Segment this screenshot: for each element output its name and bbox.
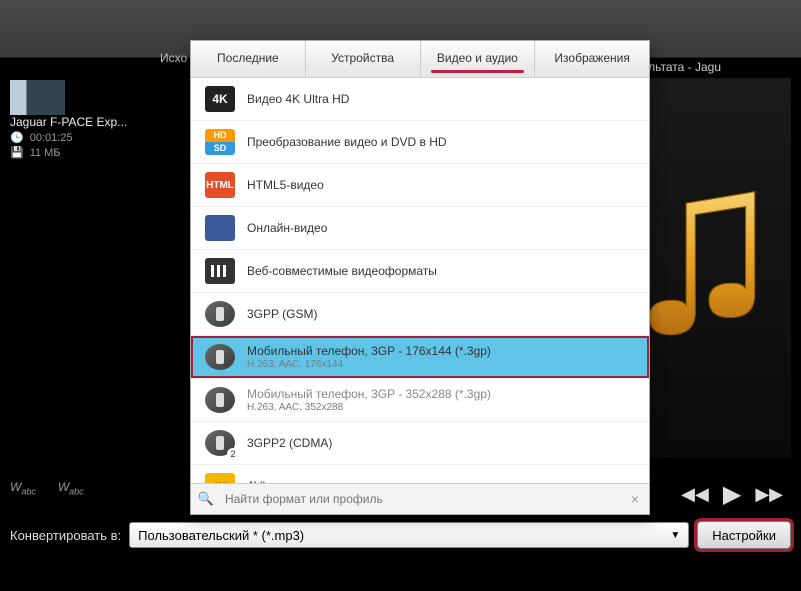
hd-sd-icon: HDSD (205, 129, 235, 155)
format-label: 3GPP (GSM) (247, 307, 635, 321)
subtitle-button-b[interactable]: Wabc (58, 480, 84, 496)
format-3gpp2-cdma[interactable]: 2 3GPP2 (CDMA) (191, 422, 649, 465)
tab-images[interactable]: Изображения (535, 41, 649, 77)
file-item[interactable]: Jaguar F-PACE Exp... 🕒 00:01:25 💾 11 МБ (10, 80, 190, 159)
format-label: 3GPP2 (CDMA) (247, 436, 635, 450)
phone-icon (205, 344, 235, 370)
file-name: Jaguar F-PACE Exp... (10, 115, 127, 129)
format-label: Онлайн-видео (247, 221, 635, 235)
file-size: 11 МБ (30, 147, 61, 159)
format-dropdown: Последние Устройства Видео и аудио Изобр… (190, 40, 650, 515)
file-duration: 00:01:25 (30, 132, 73, 144)
output-profile-value: Пользовательский * (*.mp3) (138, 528, 304, 543)
format-search-input[interactable] (221, 484, 621, 514)
format-3gp-352x288[interactable]: Мобильный телефон, 3GP - 352x288 (*.3gp)… (191, 379, 649, 422)
format-label: Веб-совместимые видеоформаты (247, 264, 635, 278)
settings-button[interactable]: Настройки (697, 521, 791, 549)
disk-icon: 💾 (10, 147, 24, 159)
film-icon (205, 258, 235, 284)
preview-panel (626, 78, 791, 458)
format-label: Мобильный телефон, 3GP - 352x288 (*.3gp) (247, 387, 635, 401)
chevron-down-icon: ▼ (670, 530, 680, 541)
output-profile-select[interactable]: Пользовательский * (*.mp3) ▼ (129, 522, 689, 548)
forward-button[interactable]: ▶▶ (755, 484, 783, 505)
format-label: AVI (247, 479, 635, 483)
file-list: Jaguar F-PACE Exp... 🕒 00:01:25 💾 11 МБ (10, 80, 190, 159)
clear-search-button[interactable]: × (621, 491, 649, 507)
subtitle-button-a[interactable]: Wabc (10, 480, 36, 496)
tab-recent[interactable]: Последние (191, 41, 306, 77)
play-button[interactable]: ▶ (723, 480, 741, 509)
phone-icon: 2 (205, 430, 235, 456)
subtitle-toolbar: Wabc Wabc (10, 480, 84, 496)
phone-icon (205, 301, 235, 327)
format-html5[interactable]: HTML HTML5-видео (191, 164, 649, 207)
format-label: Преобразование видео и DVD в HD (247, 135, 635, 149)
format-sublabel: H.263, AAC, 352x288 (247, 402, 635, 413)
format-online[interactable]: Онлайн-видео (191, 207, 649, 250)
4k-icon: 4K (205, 86, 235, 112)
format-4k-uhd[interactable]: 4K Видео 4K Ultra HD (191, 78, 649, 121)
format-3gpp-gsm[interactable]: 3GPP (GSM) (191, 293, 649, 336)
phone-icon (205, 387, 235, 413)
format-3gp-176x144[interactable]: Мобильный телефон, 3GP - 176x144 (*.3gp)… (191, 336, 649, 379)
search-icon: 🔍 (191, 491, 221, 507)
format-hd[interactable]: HDSD Преобразование видео и DVD в HD (191, 121, 649, 164)
online-video-icon (205, 215, 235, 241)
music-note-icon (639, 186, 779, 351)
avi-icon: AVI (205, 473, 235, 483)
format-label: Видео 4K Ultra HD (247, 92, 635, 106)
format-sublabel: H.263, AAC, 176x144 (247, 359, 635, 370)
tab-video-audio[interactable]: Видео и аудио (421, 41, 536, 77)
format-web-compatible[interactable]: Веб-совместимые видеоформаты (191, 250, 649, 293)
playback-controls: ◀◀ ▶ ▶▶ (681, 480, 783, 509)
format-label: Мобильный телефон, 3GP - 176x144 (*.3gp) (247, 344, 635, 358)
html5-icon: HTML (205, 172, 235, 198)
format-label: HTML5-видео (247, 178, 635, 192)
tab-devices[interactable]: Устройства (306, 41, 421, 77)
rewind-button[interactable]: ◀◀ (681, 484, 709, 505)
file-thumbnail (10, 80, 65, 115)
source-file-caption: Исхо (160, 51, 187, 65)
convert-to-label: Конвертировать в: (10, 528, 121, 543)
format-avi[interactable]: AVI AVI (191, 465, 649, 483)
clock-icon: 🕒 (10, 132, 24, 144)
